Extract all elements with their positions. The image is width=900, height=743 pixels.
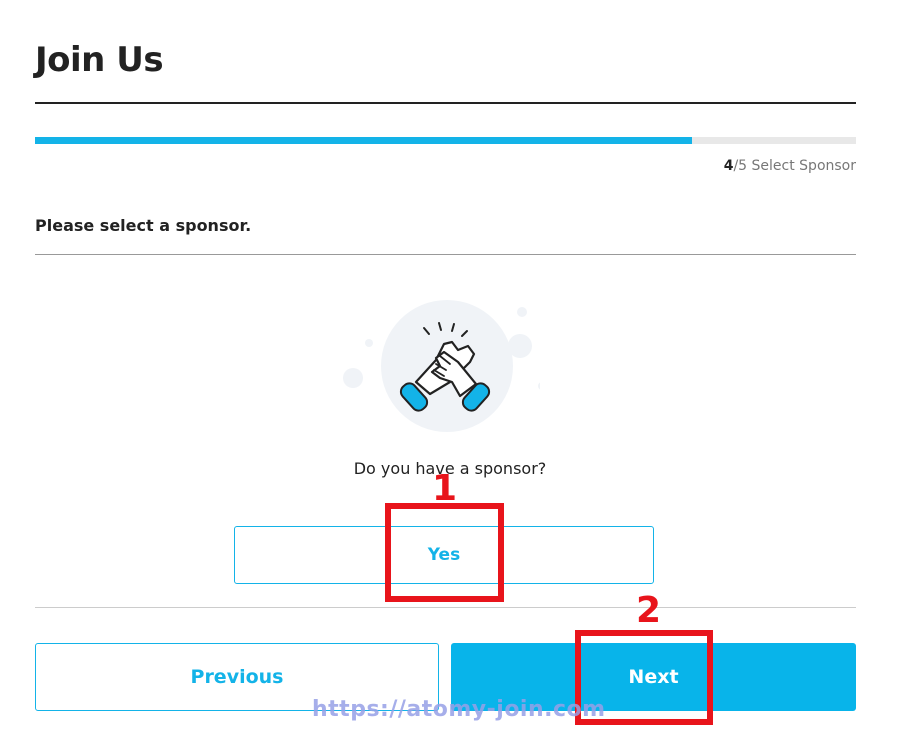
- step-current: 4: [723, 158, 734, 174]
- step-label: /5 Select Sponsor: [733, 158, 856, 174]
- progress-bar-fill: [35, 137, 692, 144]
- step-indicator: 4/5 Select Sponsor: [724, 158, 856, 174]
- annotation-box-1: [385, 503, 504, 602]
- watermark-text: https://atomy-join.com: [312, 697, 606, 722]
- progress-bar: [35, 137, 856, 144]
- page-title: Join Us: [35, 40, 164, 80]
- title-divider: [35, 102, 856, 104]
- bottom-divider: [35, 607, 856, 608]
- handshake-icon: [340, 298, 546, 438]
- annotation-number-2: 2: [636, 590, 662, 631]
- instruction-text: Please select a sponsor.: [35, 216, 252, 235]
- instruction-divider: [35, 254, 856, 255]
